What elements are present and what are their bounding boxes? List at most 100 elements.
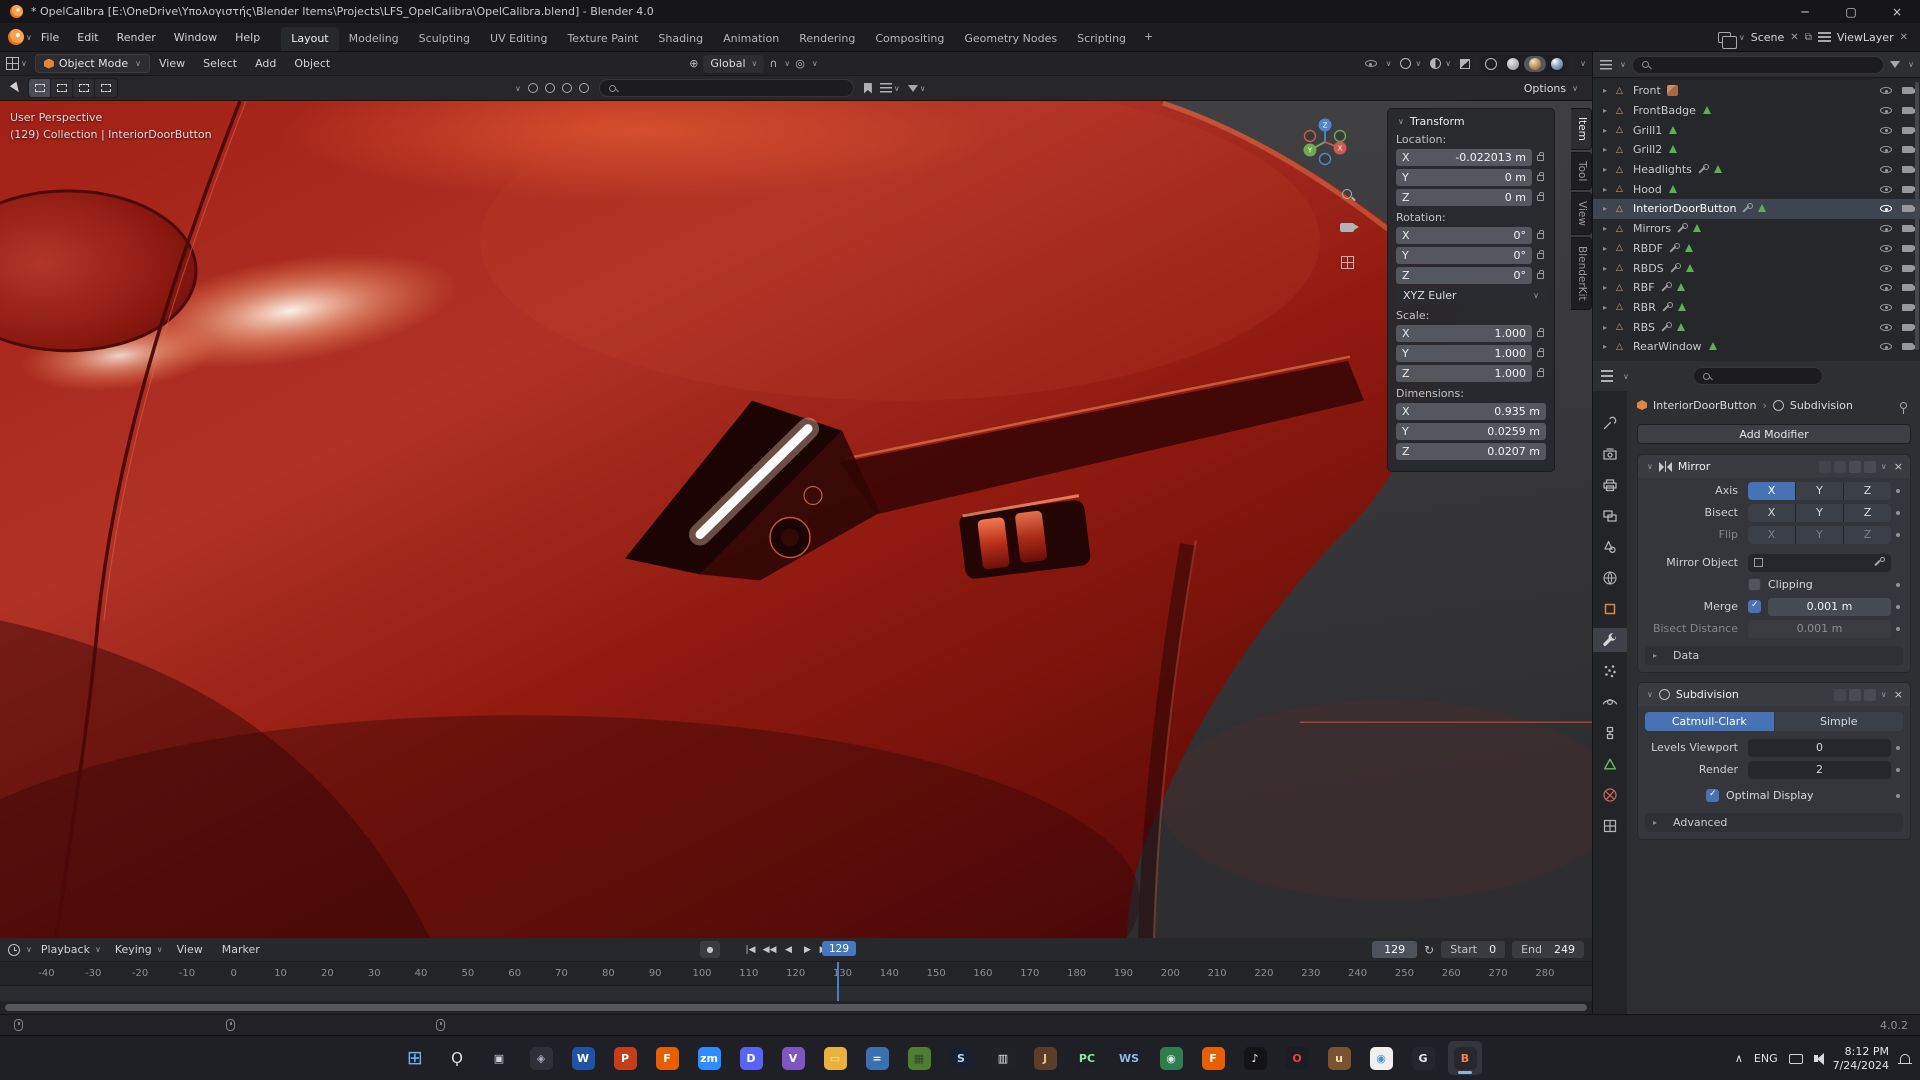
lock-icon[interactable]	[1537, 233, 1544, 239]
hide-eye-icon[interactable]	[1880, 87, 1892, 94]
workspace-tab[interactable]: Texture Paint	[557, 27, 648, 51]
speaker-icon[interactable]	[1814, 1055, 1818, 1062]
pin-icon[interactable]	[1900, 402, 1907, 409]
display-toggle-icon[interactable]	[1864, 689, 1876, 701]
workspace-tab[interactable]: Compositing	[865, 27, 954, 51]
properties-editor-icon[interactable]	[1601, 370, 1613, 382]
animate-dot[interactable]	[1896, 583, 1900, 587]
language-indicator[interactable]: ENG	[1754, 1052, 1778, 1065]
eyedropper-icon[interactable]	[1874, 557, 1885, 568]
tab-texture[interactable]	[1593, 814, 1627, 838]
timeline-menu-item[interactable]: Keying∨	[108, 943, 170, 956]
dimension-field[interactable]: X 0.935 m	[1396, 403, 1546, 420]
app-java[interactable]: J	[1028, 1041, 1062, 1075]
disable-render-icon[interactable]	[1902, 205, 1913, 212]
disable-render-icon[interactable]	[1902, 324, 1913, 331]
app-chrome[interactable]: ◉	[1364, 1041, 1398, 1075]
auto-keying-button[interactable]: ●	[700, 941, 720, 958]
shading-solid-button[interactable]	[1502, 56, 1524, 72]
app-github[interactable]: G	[1406, 1041, 1440, 1075]
app-powerpoint[interactable]: P	[608, 1041, 642, 1075]
hidden-icons-chevron[interactable]: ∧	[1735, 1052, 1743, 1065]
app-tiktok[interactable]: ♪	[1238, 1041, 1272, 1075]
timeline-ruler[interactable]: -40-30-20-100102030405060708090100110120…	[0, 962, 1592, 986]
workspace-tab[interactable]: Animation	[713, 27, 789, 51]
viewport-canvas[interactable]: User Perspective (129) Collection | Inte…	[0, 101, 1592, 938]
lock-icon[interactable]	[1537, 351, 1544, 357]
search-button[interactable]: Ϙ	[440, 1041, 474, 1075]
outliner-item[interactable]: ▸ △ RBDF	[1593, 239, 1920, 259]
tab-tool[interactable]	[1593, 411, 1627, 435]
tab-object[interactable]	[1593, 597, 1627, 621]
display-toggle-icon[interactable]	[1849, 461, 1861, 473]
lock-icon[interactable]	[1537, 253, 1544, 259]
data-subpanel-header[interactable]: ▸ Data	[1645, 646, 1903, 665]
workspace-tab[interactable]: Shading	[648, 27, 713, 51]
timeline-menu-item[interactable]: Playback∨	[34, 943, 108, 956]
extras-menu-icon[interactable]: ∨	[1881, 690, 1887, 699]
editor-type-icon[interactable]	[6, 57, 19, 70]
app-camera[interactable]: ◉	[1154, 1041, 1188, 1075]
app-firefox-1[interactable]: F	[650, 1041, 684, 1075]
tab-constraints[interactable]	[1593, 721, 1627, 745]
breadcrumb-object[interactable]: InteriorDoorButton	[1653, 399, 1756, 412]
disable-render-icon[interactable]	[1902, 146, 1913, 153]
hide-eye-icon[interactable]	[1880, 225, 1892, 232]
outliner-item[interactable]: ▸ △ RBDS	[1593, 258, 1920, 278]
expand-icon[interactable]: ▸	[1603, 126, 1616, 135]
collapse-icon[interactable]: ∨	[1647, 462, 1653, 471]
delete-modifier-icon[interactable]: ×	[1894, 688, 1903, 701]
scale-field[interactable]: X 1.000	[1396, 325, 1532, 342]
outliner-item[interactable]: ▸ △ RBR	[1593, 298, 1920, 318]
list-icon[interactable]	[880, 83, 892, 93]
display-toggle-icon[interactable]	[1834, 689, 1846, 701]
play-reverse-button[interactable]: ◀	[780, 943, 797, 957]
toggle-grid-icon[interactable]	[1341, 256, 1354, 269]
disable-render-icon[interactable]	[1902, 107, 1913, 114]
levels-viewport-field[interactable]: 0	[1748, 739, 1891, 757]
app-calculator[interactable]: =	[860, 1041, 894, 1075]
display-toggle-icon[interactable]	[1834, 461, 1846, 473]
subdivision-type-toggle[interactable]: Catmull-Clark	[1645, 712, 1774, 731]
viewlayer-selector[interactable]: ViewLayer	[1837, 31, 1894, 44]
orientation-selector[interactable]: Global ∨	[703, 55, 764, 73]
end-frame-field[interactable]: End249	[1512, 941, 1584, 958]
timeline-tracks[interactable]	[0, 986, 1592, 1000]
axis-toggle[interactable]: Z	[1844, 482, 1891, 500]
outliner-item[interactable]: ▸ △ InteriorDoorButton	[1593, 199, 1920, 219]
rotation-mode-dropdown[interactable]: XYZ Euler ∨	[1396, 287, 1546, 304]
delete-modifier-icon[interactable]: ×	[1894, 460, 1903, 473]
outliner-item[interactable]: ▸ △ Hood	[1593, 179, 1920, 199]
breadcrumb-modifier[interactable]: Subdivision	[1790, 399, 1853, 412]
zoom-icon[interactable]	[1342, 189, 1352, 199]
outliner-search-input[interactable]	[1632, 56, 1884, 74]
properties-search-input[interactable]	[1693, 367, 1823, 385]
blender-menu-icon[interactable]	[8, 29, 24, 45]
visibility-eye-icon[interactable]	[1365, 60, 1377, 67]
optimal-display-checkbox[interactable]	[1706, 789, 1719, 802]
expand-icon[interactable]: ▸	[1603, 204, 1616, 213]
tab-world[interactable]	[1593, 566, 1627, 590]
expand-icon[interactable]: ▸	[1603, 244, 1616, 253]
expand-icon[interactable]: ▸	[1603, 185, 1616, 194]
scale-field[interactable]: Y 1.000	[1396, 345, 1532, 362]
xray-toggle-icon[interactable]	[1460, 59, 1470, 69]
outliner-item[interactable]: ▸ △ RBS	[1593, 317, 1920, 337]
bookmark-icon[interactable]	[864, 83, 872, 94]
bisect-toggle[interactable]: Z	[1844, 504, 1891, 522]
remove-viewlayer-icon[interactable]: ✕	[1900, 32, 1908, 43]
advanced-subpanel-header[interactable]: ▸ Advanced	[1645, 813, 1903, 832]
outliner-item[interactable]: ▸ △ Headlights	[1593, 160, 1920, 180]
hide-eye-icon[interactable]	[1880, 127, 1892, 134]
menu-item[interactable]: Edit	[68, 31, 107, 44]
expand-icon[interactable]: ▸	[1603, 342, 1616, 351]
dimension-field[interactable]: Z 0.0207 m	[1396, 443, 1546, 460]
minimize-button[interactable]: ─	[1782, 0, 1828, 23]
disable-render-icon[interactable]	[1902, 343, 1913, 350]
expand-icon[interactable]: ▸	[1603, 323, 1616, 332]
flip-toggle[interactable]: X	[1748, 526, 1795, 544]
bisect-distance-field[interactable]: 0.001 m	[1748, 620, 1891, 638]
disable-render-icon[interactable]	[1902, 186, 1913, 193]
tab-physics[interactable]	[1593, 690, 1627, 714]
disable-render-icon[interactable]	[1902, 245, 1913, 252]
